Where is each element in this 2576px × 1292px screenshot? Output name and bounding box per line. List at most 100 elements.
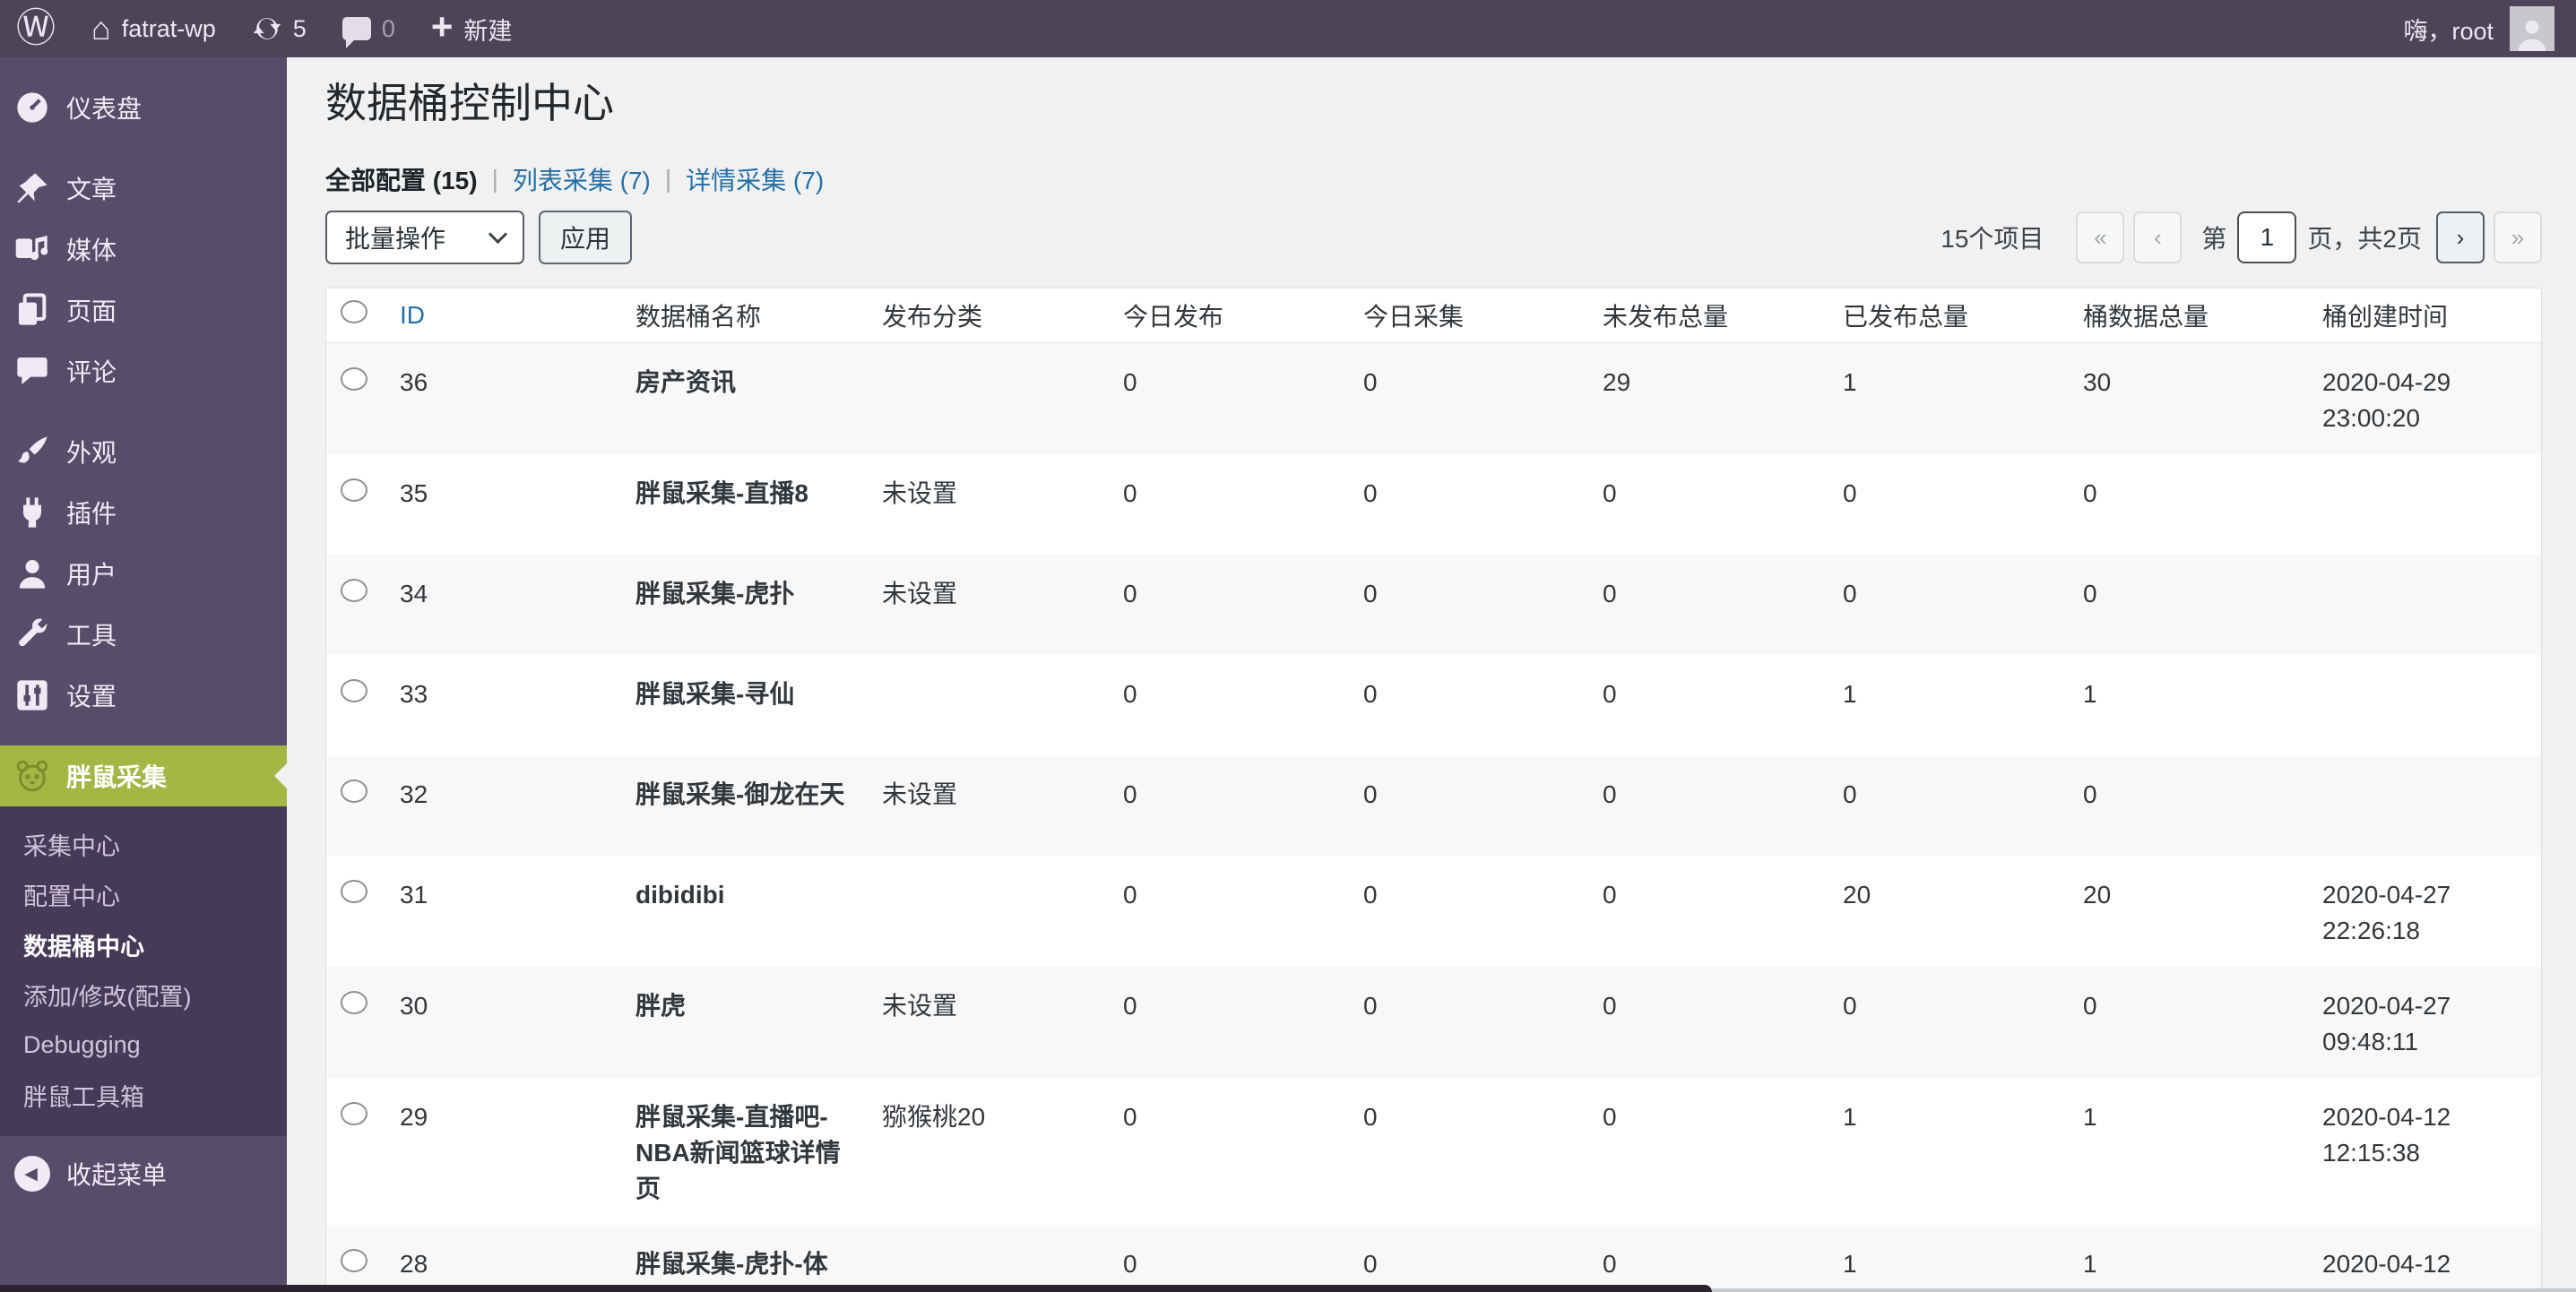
sidebar-item-label: 媒体 — [66, 231, 117, 267]
sidebar-item-tools[interactable]: 工具 — [0, 604, 287, 665]
sidebar-item-plugins[interactable]: 插件 — [0, 482, 287, 543]
cell-id: 32 — [382, 755, 618, 856]
cell-publish-category: 未设置 — [864, 967, 1105, 1078]
sidebar-item-fatrat-collect[interactable]: 胖鼠采集 — [0, 745, 287, 806]
row-checkbox[interactable] — [341, 579, 367, 602]
cell-bucket-created — [2304, 755, 2541, 856]
select-all-checkbox[interactable] — [341, 300, 367, 323]
cell-bucket-created: 2020-04-27 09:48:11 — [2304, 967, 2541, 1078]
filter-detail-collect[interactable]: 详情采集 (7) — [686, 161, 824, 197]
apply-button[interactable]: 应用 — [539, 211, 632, 264]
submenu-item-databucket-center[interactable]: 数据桶中心 — [0, 919, 287, 969]
row-checkbox[interactable] — [341, 679, 367, 702]
cell-bucket-data-total: 0 — [2065, 967, 2304, 1078]
chevron-down-icon — [488, 224, 507, 243]
cell-bucket-name: dibidibi — [618, 856, 864, 967]
prev-page-button[interactable]: ‹ — [2133, 211, 2182, 263]
next-page-button[interactable]: › — [2436, 211, 2485, 263]
cell-publish-category — [864, 655, 1105, 755]
sidebar-item-settings[interactable]: 设置 — [0, 665, 287, 726]
column-unpublished-total: 未发布总量 — [1585, 289, 1825, 342]
sidebar-item-comments[interactable]: 评论 — [0, 340, 287, 401]
current-page-input[interactable] — [2237, 211, 2296, 263]
row-checkbox[interactable] — [341, 367, 367, 391]
databucket-table-container: ID 数据桶名称 发布分类 今日发布 今日采集 未发布总量 已发布总量 桶数据总… — [325, 288, 2542, 1292]
paintbrush-icon — [14, 434, 50, 469]
cell-unpublished-total: 0 — [1585, 967, 1825, 1078]
sidebar-item-label: 仪表盘 — [66, 90, 142, 125]
view-filters: 全部配置 (15) | 列表采集 (7) | 详情采集 (7) — [325, 161, 2542, 197]
cell-bucket-data-total: 20 — [2065, 856, 2304, 967]
page-prefix: 第 — [2201, 220, 2226, 255]
row-select-cell — [326, 555, 382, 655]
table-row: 36 房产资讯 0 0 29 1 30 2020-04-29 23:00:20 — [326, 342, 2541, 454]
cell-today-collected: 0 — [1345, 655, 1585, 755]
table-toolbar: 批量操作 应用 15个项目 « ‹ 第 页，共2页 › » — [325, 211, 2542, 264]
bulk-action-select[interactable]: 批量操作 — [325, 211, 524, 264]
cell-today-collected: 0 — [1345, 755, 1585, 856]
comments-menu[interactable]: 0 — [342, 15, 395, 43]
cell-bucket-data-total: 1 — [2065, 1078, 2304, 1225]
row-checkbox[interactable] — [341, 991, 367, 1014]
cell-published-total: 0 — [1825, 755, 2065, 856]
sidebar-item-pages[interactable]: 页面 — [0, 280, 287, 340]
cell-bucket-name: 胖鼠采集-直播8 — [618, 454, 864, 555]
submenu-item-debugging[interactable]: Debugging — [0, 1020, 287, 1070]
user-greeting[interactable]: 嗨，root — [2403, 12, 2494, 47]
comments-count: 0 — [382, 15, 395, 43]
last-page-button[interactable]: » — [2494, 211, 2542, 263]
id-sort-link[interactable]: ID — [400, 301, 425, 329]
site-name-menu[interactable]: ⌂ fatrat-wp — [91, 13, 216, 45]
sidebar-item-posts[interactable]: 文章 — [0, 158, 287, 219]
cell-publish-category — [864, 342, 1105, 454]
cell-bucket-name: 胖鼠采集-虎扑 — [618, 555, 864, 655]
cell-published-total: 1 — [1825, 342, 2065, 454]
row-checkbox[interactable] — [341, 478, 367, 502]
sidebar-item-media[interactable]: 媒体 — [0, 219, 287, 280]
cell-bucket-name: 胖鼠采集-虎扑-体育新闻详情页 — [618, 1225, 864, 1292]
cell-published-total: 0 — [1825, 555, 2065, 655]
menu-separator — [0, 401, 287, 421]
settings-sliders-icon — [14, 677, 50, 713]
first-page-button[interactable]: « — [2076, 211, 2124, 263]
table-row: 29 胖鼠采集-直播吧-NBA新闻篮球详情页 猕猴桃20 0 0 0 1 1 2… — [326, 1078, 2541, 1225]
filter-all-configs[interactable]: 全部配置 (15) — [325, 161, 478, 197]
submenu-item-fatrat-toolbox[interactable]: 胖鼠工具箱 — [0, 1070, 287, 1120]
filter-list-collect[interactable]: 列表采集 (7) — [513, 161, 651, 197]
cell-published-total: 1 — [1825, 1225, 2065, 1292]
avatar[interactable] — [2510, 6, 2554, 51]
sidebar-item-users[interactable]: 用户 — [0, 543, 287, 604]
row-checkbox[interactable] — [341, 1249, 367, 1272]
row-checkbox[interactable] — [341, 1102, 367, 1125]
sidebar-item-label: 用户 — [66, 556, 117, 591]
cell-unpublished-total: 0 — [1585, 1078, 1825, 1225]
sidebar-item-dashboard[interactable]: 仪表盘 — [0, 77, 287, 138]
comment-icon — [342, 17, 371, 40]
select-all-cell — [326, 289, 382, 342]
row-checkbox[interactable] — [341, 780, 367, 803]
cell-today-collected: 0 — [1345, 856, 1585, 967]
submenu-item-config-center[interactable]: 配置中心 — [0, 869, 287, 919]
row-checkbox[interactable] — [341, 880, 367, 903]
updates-menu[interactable]: 5 — [252, 13, 307, 44]
databucket-table: ID 数据桶名称 发布分类 今日发布 今日采集 未发布总量 已发布总量 桶数据总… — [326, 289, 2541, 1292]
row-select-cell — [326, 1078, 382, 1225]
cell-bucket-data-total: 1 — [2065, 655, 2304, 755]
cell-bucket-data-total: 0 — [2065, 555, 2304, 655]
pages-icon — [14, 292, 50, 328]
admin-menu: 仪表盘 文章 媒体 页面 — [0, 57, 287, 806]
cell-publish-category: 未设置 — [864, 454, 1105, 555]
submenu-item-add-modify-config[interactable]: 添加/修改(配置) — [0, 969, 287, 1020]
dock-edge — [0, 1285, 1712, 1292]
new-content-menu[interactable]: + 新建 — [431, 12, 513, 47]
cell-today-published: 0 — [1105, 755, 1345, 856]
filter-separator: | — [492, 165, 498, 194]
collapse-menu-button[interactable]: ◀ 收起菜单 — [0, 1136, 287, 1192]
table-body: 36 房产资讯 0 0 29 1 30 2020-04-29 23:00:20 … — [326, 342, 2541, 1292]
bulk-action-value: 批量操作 — [345, 220, 445, 255]
sidebar-item-appearance[interactable]: 外观 — [0, 421, 287, 482]
new-label: 新建 — [463, 12, 512, 47]
row-select-cell — [326, 454, 382, 555]
submenu-item-collect-center[interactable]: 采集中心 — [0, 819, 287, 869]
wordpress-logo-icon[interactable]: Ⓦ — [16, 9, 56, 48]
